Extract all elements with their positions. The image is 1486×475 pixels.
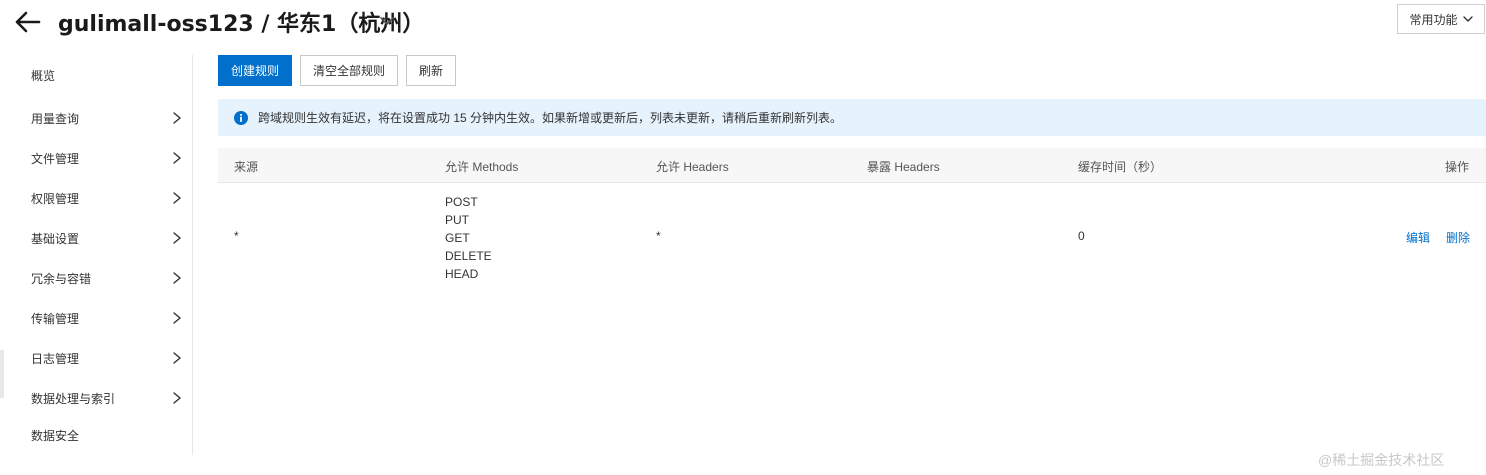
chevron-right-icon <box>173 152 181 164</box>
method-item: HEAD <box>445 267 479 281</box>
table-row: * POST PUT GET DELETE HEAD * 0 编辑 删除 <box>218 183 1486 303</box>
info-icon <box>234 111 248 125</box>
sidebar-item-label: 文件管理 <box>31 151 80 166</box>
sidebar-item-label: 权限管理 <box>31 191 80 206</box>
collapse-handle[interactable] <box>0 350 4 398</box>
chevron-right-icon <box>173 312 181 324</box>
method-item: PUT <box>445 213 469 227</box>
sidebar-item-redundancy[interactable]: 冗余与容错 <box>0 266 192 290</box>
chevron-right-icon <box>173 352 181 364</box>
sidebar-item-label: 用量查询 <box>31 111 80 126</box>
cors-rules-table: 来源 允许 Methods 允许 Headers 暴露 Headers 缓存时间… <box>218 148 1486 303</box>
sidebar-item-permissions[interactable]: 权限管理 <box>0 186 192 210</box>
chevron-right-icon <box>173 232 181 244</box>
column-cache-time: 缓存时间（秒） <box>1078 160 1163 174</box>
sidebar-item-transfer[interactable]: 传输管理 <box>0 306 192 330</box>
cell-cache-time: 0 <box>1078 229 1085 243</box>
column-expose-headers: 暴露 Headers <box>867 160 940 174</box>
column-allow-headers: 允许 Headers <box>656 160 729 174</box>
page-header: gulimall-oss123 / 华东1（杭州） 常用功能 <box>0 0 1486 46</box>
sidebar-item-overview[interactable]: 概览 <box>0 63 192 87</box>
chevron-right-icon <box>173 392 181 404</box>
sidebar-item-usage[interactable]: 用量查询 <box>0 106 192 130</box>
chevron-down-icon <box>1462 16 1473 22</box>
column-source: 来源 <box>234 160 259 174</box>
back-arrow-icon[interactable] <box>14 9 42 35</box>
sidebar-item-label: 冗余与容错 <box>31 271 92 286</box>
sidebar-item-data-security[interactable]: 数据安全 <box>0 423 192 447</box>
method-item: POST <box>445 195 478 209</box>
create-rule-button[interactable]: 创建规则 <box>218 55 292 86</box>
sidebar-item-label: 日志管理 <box>31 351 80 366</box>
bucket-switch-chevron-down-icon[interactable] <box>378 12 396 30</box>
sidebar-item-files[interactable]: 文件管理 <box>0 146 192 170</box>
sidebar-item-label: 概览 <box>31 68 56 83</box>
sidebar-item-data-processing[interactable]: 数据处理与索引 <box>0 386 192 410</box>
clear-all-rules-button[interactable]: 清空全部规则 <box>300 55 398 86</box>
chevron-right-icon <box>173 192 181 204</box>
cell-methods: POST PUT GET DELETE HEAD <box>445 193 492 283</box>
method-item: DELETE <box>445 249 492 263</box>
cell-source: * <box>234 229 239 243</box>
chevron-right-icon <box>173 112 181 124</box>
method-item: GET <box>445 231 470 245</box>
delete-link[interactable]: 删除 <box>1446 229 1470 246</box>
common-functions-dropdown[interactable]: 常用功能 <box>1397 4 1485 34</box>
sidebar-item-label: 数据处理与索引 <box>31 391 116 406</box>
sidebar-item-basic-settings[interactable]: 基础设置 <box>0 226 192 250</box>
table-header: 来源 允许 Methods 允许 Headers 暴露 Headers 缓存时间… <box>218 148 1486 183</box>
info-notice: 跨域规则生效有延迟，将在设置成功 15 分钟内生效。如果新增或更新后，列表未更新… <box>218 99 1486 136</box>
sidebar-nav: 概览 用量查询 文件管理 权限管理 基础设置 冗余与容错 传输管理 日志管理 数… <box>0 55 193 455</box>
edit-link[interactable]: 编辑 <box>1406 229 1430 246</box>
chevron-right-icon <box>173 272 181 284</box>
page-title: gulimall-oss123 / 华东1（杭州） <box>58 12 425 37</box>
sidebar-item-label: 传输管理 <box>31 311 80 326</box>
refresh-button[interactable]: 刷新 <box>406 55 456 86</box>
common-functions-label: 常用功能 <box>1409 12 1458 27</box>
column-actions: 操作 <box>1445 160 1470 174</box>
sidebar-item-label: 数据安全 <box>31 428 80 443</box>
watermark: @稀土掘金技术社区 <box>1318 452 1445 468</box>
notice-text: 跨域规则生效有延迟，将在设置成功 15 分钟内生效。如果新增或更新后，列表未更新… <box>258 111 843 125</box>
sidebar-item-logs[interactable]: 日志管理 <box>0 346 192 370</box>
column-methods: 允许 Methods <box>445 160 519 174</box>
sidebar-item-label: 基础设置 <box>31 231 80 246</box>
cell-allow-headers: * <box>656 229 661 243</box>
